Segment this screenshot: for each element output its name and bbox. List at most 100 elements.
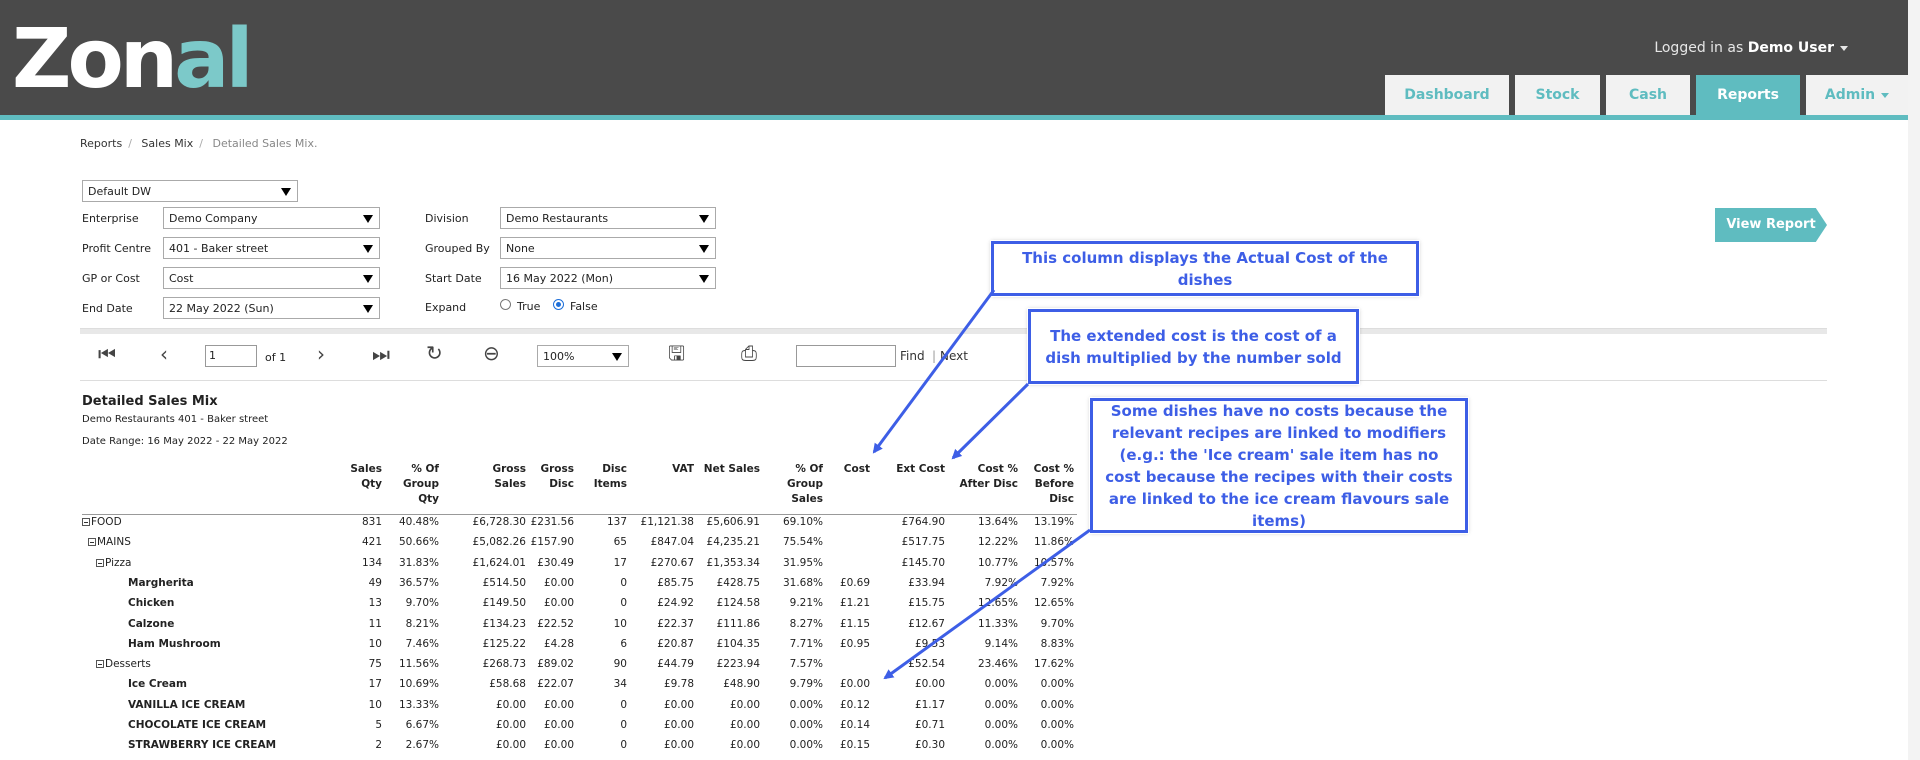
table-row: Pizza 134 31.83% £1,624.01 £30.49 17 £270.67 £1… <box>82 553 1077 573</box>
table-cell: 6.67% <box>405 719 439 731</box>
table-cell: 12.65% <box>1033 597 1074 610</box>
table-cell: £124.58 <box>716 597 760 610</box>
find-separator: | <box>932 349 937 363</box>
save-icon[interactable]: 🖫 <box>668 342 685 364</box>
gp-or-cost-select[interactable]: Cost <box>163 267 380 289</box>
table-cell: 9.21% <box>789 597 823 610</box>
table-cell: 0 <box>620 719 627 731</box>
table-cell: 13 <box>368 597 382 610</box>
collapse-toggle-icon[interactable] <box>82 518 90 526</box>
table-cell: 9.70% <box>405 597 439 610</box>
first-page-icon[interactable]: ⏮ <box>98 343 116 365</box>
table-cell: 2 <box>375 739 382 752</box>
row-label: Calzone <box>128 617 175 630</box>
breadcrumb-reports[interactable]: Reports <box>80 137 122 150</box>
table-row: CHOCOLATE ICE CREAM 5 6.67% £0.00 £0.00 0 £0.0… <box>82 715 1077 735</box>
dropdown-arrow-icon <box>363 245 373 253</box>
table-cell: £22.37 <box>657 617 694 630</box>
table-cell: £764.90 <box>901 516 945 528</box>
table-cell: 0.00% <box>984 719 1018 731</box>
division-select[interactable]: Demo Restaurants <box>500 207 716 229</box>
table-cell: £0.00 <box>663 698 694 711</box>
nav-tab-reports[interactable]: Reports <box>1696 75 1800 115</box>
table-cell: 31.83% <box>398 556 439 569</box>
table-cell: £1.17 <box>914 698 945 711</box>
table-cell: £6,728.30 <box>472 516 526 528</box>
page-number-input[interactable]: 1 <box>205 345 257 367</box>
table-cell: 23.46% <box>977 658 1018 671</box>
back-icon[interactable]: ⊖ <box>483 342 500 364</box>
column-header: Sales Qty <box>350 463 382 490</box>
zoom-select[interactable]: 100% <box>537 345 629 367</box>
arrow-to-cost-column <box>872 289 996 454</box>
next-link[interactable]: Next <box>940 349 968 363</box>
zonal-logo[interactable]: Zonal <box>12 19 254 101</box>
column-header: % Of Group Sales <box>786 463 823 505</box>
collapse-toggle-icon[interactable] <box>96 660 104 669</box>
expand-false-radio[interactable] <box>553 299 564 310</box>
nav-tab-admin[interactable]: Admin <box>1806 75 1908 115</box>
report-subtitle: Demo Restaurants 401 - Baker street <box>82 414 269 425</box>
table-cell: £0.00 <box>839 678 870 691</box>
table-cell: 10 <box>368 637 382 650</box>
expand-true-radio[interactable] <box>500 299 511 310</box>
row-label[interactable]: Desserts <box>96 658 151 670</box>
last-page-icon[interactable]: ⏭ <box>372 343 390 365</box>
toolbar-divider <box>80 380 1827 381</box>
table-cell: £149.50 <box>482 597 526 610</box>
table-cell: 5 <box>375 719 382 731</box>
table-cell: 0.00% <box>789 698 823 711</box>
column-header: Gross Sales <box>492 463 526 490</box>
next-page-icon[interactable]: › <box>317 343 325 365</box>
user-menu[interactable]: Logged in as Demo User <box>1654 40 1848 56</box>
nav-tab-dashboard[interactable]: Dashboard <box>1385 75 1509 115</box>
enterprise-select[interactable]: Demo Company <box>163 207 380 229</box>
page-scrollbar[interactable] <box>1908 0 1920 760</box>
collapse-toggle-icon[interactable] <box>96 558 104 567</box>
table-cell: 50.66% <box>398 536 439 549</box>
refresh-icon[interactable]: ↻ <box>426 342 443 364</box>
collapse-toggle-icon[interactable] <box>88 538 96 547</box>
user-name: Demo User <box>1747 40 1834 56</box>
nav-tab-stock[interactable]: Stock <box>1515 75 1600 115</box>
params-splitter[interactable] <box>80 328 1827 334</box>
grouped-by-select[interactable]: None <box>500 237 716 259</box>
nav-tab-cash[interactable]: Cash <box>1606 75 1690 115</box>
admin-caret-icon <box>1881 92 1890 98</box>
table-cell: £0.00 <box>495 719 526 731</box>
table-cell: 0 <box>620 739 627 752</box>
profit-centre-select[interactable]: 401 - Baker street <box>163 237 380 259</box>
table-cell: 9.14% <box>984 637 1018 650</box>
column-header: % Of Group Qty <box>402 463 439 505</box>
previous-page-icon[interactable]: ‹ <box>160 343 168 365</box>
table-cell: £85.75 <box>657 576 694 589</box>
row-label[interactable]: MAINS <box>88 536 131 548</box>
dropdown-arrow-icon <box>363 275 373 283</box>
find-link[interactable]: Find <box>900 349 925 363</box>
arrow-to-ext-cost-column <box>951 382 1030 460</box>
table-cell: 7.92% <box>1040 576 1074 589</box>
table-cell: 137 <box>606 516 627 528</box>
start-date-select[interactable]: 16 May 2022 (Mon) <box>500 267 716 289</box>
datasource-select[interactable]: Default DW <box>82 180 298 202</box>
print-icon[interactable]: ⎙ <box>741 342 757 364</box>
table-cell: £0.00 <box>914 678 945 691</box>
table-cell: 421 <box>361 536 382 549</box>
column-header: Cost % After Disc <box>959 463 1018 490</box>
breadcrumb-sales-mix[interactable]: Sales Mix <box>141 137 193 150</box>
table-cell: 17 <box>613 556 627 569</box>
table-cell: £231.56 <box>530 516 574 528</box>
table-cell: 0.00% <box>1040 698 1074 711</box>
table-cell: £0.00 <box>543 597 574 610</box>
table-cell: 134 <box>361 556 382 569</box>
table-cell: £223.94 <box>716 658 760 671</box>
find-input[interactable] <box>796 345 896 367</box>
end-date-select[interactable]: 22 May 2022 (Sun) <box>163 297 380 319</box>
row-label[interactable]: Pizza <box>96 557 131 569</box>
table-cell: £30.49 <box>537 556 574 569</box>
column-header: Ext Cost <box>896 463 945 475</box>
table-cell: £125.22 <box>482 637 526 650</box>
row-label[interactable]: FOOD <box>82 516 122 528</box>
view-report-button[interactable]: View Report <box>1715 208 1827 242</box>
table-cell: £0.00 <box>543 719 574 731</box>
